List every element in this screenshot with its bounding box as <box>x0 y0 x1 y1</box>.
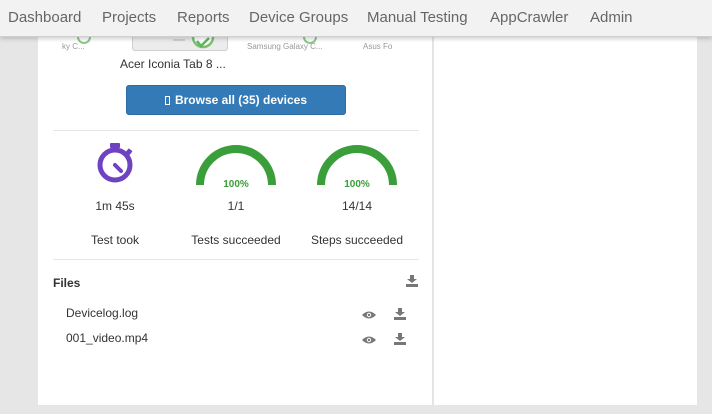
nav-manual-testing[interactable]: Manual Testing <box>367 9 468 26</box>
device-main-name[interactable]: Acer Iconia Tab 8 ... <box>120 57 226 71</box>
view-icon[interactable] <box>362 310 376 320</box>
divider <box>53 130 419 131</box>
device-right-name[interactable]: Samsung Galaxy C... <box>247 42 323 51</box>
tests-value: 1/1 <box>227 199 245 213</box>
tests-percent: 100% <box>223 179 249 189</box>
nav-projects[interactable]: Projects <box>102 9 156 26</box>
download-icon[interactable] <box>394 333 406 345</box>
files-title: Files <box>53 276 81 290</box>
check-circle-icon <box>191 37 215 49</box>
top-navigation: Dashboard Projects Reports Device Groups… <box>0 0 712 37</box>
duration-label: Test took <box>90 233 140 247</box>
nav-device-groups[interactable]: Device Groups <box>249 9 348 26</box>
stopwatch-icon <box>97 143 133 183</box>
view-icon[interactable] <box>362 335 376 345</box>
steps-gauge: 100% <box>317 145 397 189</box>
nav-admin[interactable]: Admin <box>590 9 633 26</box>
download-all-icon[interactable] <box>406 275 418 287</box>
steps-stat: 100% 14/14 Steps succeeded <box>297 141 417 251</box>
duration-stat: 1m 45s Test took <box>55 141 175 251</box>
file-row: 001_video.mp4 <box>53 331 419 353</box>
steps-value: 14/14 <box>341 199 373 213</box>
details-panel <box>434 37 697 405</box>
tests-gauge: 100% <box>196 145 276 189</box>
browse-all-devices-button[interactable]: Browse all (35) devices <box>126 85 346 115</box>
device-icon <box>164 95 170 105</box>
tests-stat: 100% 1/1 Tests succeeded <box>176 141 296 251</box>
file-name[interactable]: 001_video.mp4 <box>66 331 148 345</box>
steps-percent: 100% <box>344 179 370 189</box>
divider <box>53 259 419 260</box>
steps-label: Steps succeeded <box>310 233 404 247</box>
test-run-panel: ky C... Acer Iconia Tab 8 ... Samsung Ga… <box>38 37 433 405</box>
file-row: Devicelog.log <box>53 306 419 328</box>
tests-label: Tests succeeded <box>191 233 281 247</box>
nav-reports[interactable]: Reports <box>177 9 230 26</box>
duration-value: 1m 45s <box>95 199 135 213</box>
device-logo <box>173 39 185 41</box>
nav-dashboard[interactable]: Dashboard <box>8 9 81 26</box>
nav-appcrawler[interactable]: AppCrawler <box>490 9 568 26</box>
device-left-partial-name[interactable]: ky C... <box>62 42 85 51</box>
download-icon[interactable] <box>394 308 406 320</box>
file-name[interactable]: Devicelog.log <box>66 306 138 320</box>
browse-all-devices-label: Browse all (35) devices <box>174 93 308 107</box>
device-far-right-name[interactable]: Asus Fo <box>363 42 392 51</box>
